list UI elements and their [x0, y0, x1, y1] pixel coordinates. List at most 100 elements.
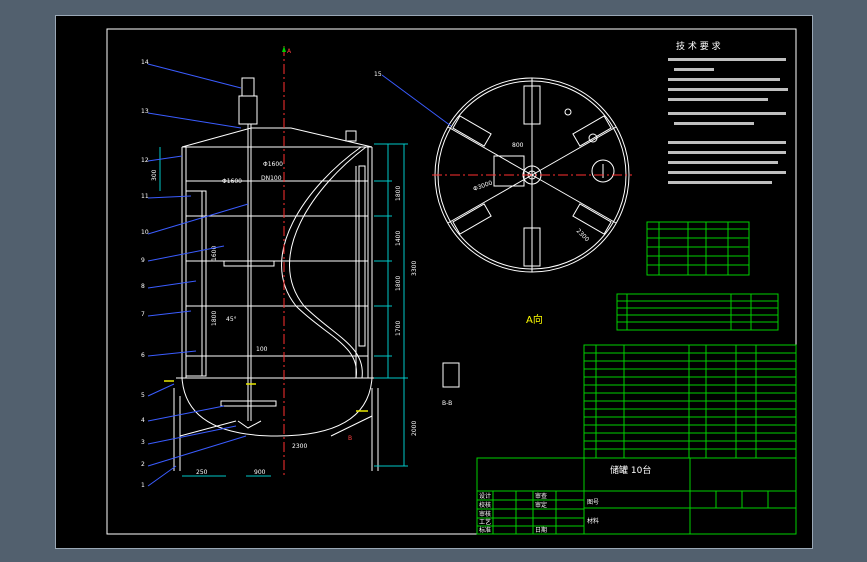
callout-11: 11 [141, 193, 149, 200]
section-label: B-B [442, 400, 452, 407]
tech-line-4 [668, 88, 788, 91]
nozzle-table-frame [646, 221, 750, 276]
tech-line-12 [668, 181, 772, 184]
row-label-5: 标准 [479, 526, 491, 534]
callout-5: 5 [141, 392, 145, 399]
tech-line-6 [668, 112, 786, 115]
part-callouts: 14 13 12 11 10 9 8 7 6 5 4 3 2 1 [141, 59, 249, 489]
view-arrow-a [282, 46, 286, 52]
standards-frame [616, 293, 779, 331]
plan-dim-diameter: Φ3000 [472, 179, 493, 192]
row-label-3: 审核 [479, 510, 491, 518]
callout-2: 2 [141, 461, 145, 468]
tech-line-3 [668, 78, 780, 81]
callout-8: 8 [141, 283, 145, 290]
dim-segment-4: 1700 [395, 321, 402, 336]
dim-leg-spacing: 900 [254, 469, 266, 476]
motor [241, 77, 255, 97]
leader-15 [381, 74, 452, 127]
spiral-coil-outer [289, 146, 367, 379]
leader-12 [147, 155, 183, 162]
row-label-1: 设计 [479, 492, 491, 500]
drawing-sheet: A 1800 1400 1800 1700 3300 2000 300 1600… [55, 15, 813, 549]
leader-10 [147, 203, 249, 235]
row-label-2: 校核 [479, 501, 491, 509]
callout-4: 4 [141, 417, 145, 424]
tech-line-2 [674, 68, 714, 71]
shaft-end [237, 420, 262, 429]
dim-pipe: DN100 [261, 175, 282, 182]
spiral-coil [281, 146, 362, 379]
spoke-nw [447, 126, 533, 176]
roof-nozzle [345, 130, 357, 142]
callout-10: 10 [141, 229, 149, 236]
dim-segment-1: 1800 [395, 186, 402, 201]
tech-line-9 [668, 151, 786, 154]
sign-label-2: 审定 [535, 501, 547, 509]
baffle-rail [358, 165, 366, 347]
callout-12: 12 [141, 157, 149, 164]
dim-segment-3: 1800 [395, 276, 402, 291]
callout-1: 1 [141, 482, 145, 489]
plan-dim-top: 800 [512, 142, 524, 149]
callout-3: 3 [141, 439, 145, 446]
tech-requirements: 技 术 要 求 [668, 40, 788, 184]
dim-small-1: 100 [256, 346, 268, 353]
plan-dim-side: 2300 [575, 227, 591, 243]
sign-label-1: 审查 [535, 492, 547, 500]
leader-3 [147, 425, 237, 445]
nozzle-table [646, 221, 750, 276]
tech-line-8 [668, 141, 786, 144]
scale-label: 图号 [587, 499, 599, 506]
leader-8 [147, 280, 197, 289]
tech-heading: 技 术 要 求 [676, 40, 721, 52]
callout-9: 9 [141, 257, 145, 264]
dim-segment-2: 1400 [395, 231, 402, 246]
leader-4 [147, 405, 225, 422]
dim-height-total: 3300 [411, 261, 418, 276]
callout-15: 15 [374, 71, 382, 78]
callout-14: 14 [141, 59, 149, 66]
dim-side-2: 1800 [211, 311, 218, 326]
cad-drawing: A 1800 1400 1800 1700 3300 2000 300 1600… [106, 28, 797, 535]
plan-small-nozzle [564, 108, 572, 116]
dim-left-top: 300 [151, 169, 158, 181]
title-block: 储罐 10台 图号 材料 设计 校核 审核 工艺 标准 审查 审定 日期 [476, 457, 797, 535]
leader-6 [147, 350, 197, 357]
leader-14 [147, 63, 242, 89]
direction-marker: A [287, 48, 292, 55]
section-box [442, 362, 460, 388]
plan-view: 800 Φ3000 2300 15 [374, 71, 632, 273]
view-label: A向 [526, 313, 543, 326]
section-marker: B [348, 435, 352, 442]
drawing-title: 储罐 10台 [610, 464, 651, 476]
dished-bottom [181, 377, 373, 437]
material-label: 材料 [587, 517, 599, 525]
dim-angle: 45° [226, 316, 237, 323]
leader-7 [147, 310, 192, 317]
callout-13: 13 [141, 108, 149, 115]
leader-5 [147, 383, 175, 397]
vertical-dimensions: 1800 1400 1800 1700 3300 2000 [374, 143, 418, 467]
plan-platform [493, 155, 525, 187]
parts-list [583, 344, 797, 459]
tech-line-1 [668, 58, 786, 61]
leader-1 [147, 465, 177, 487]
baffle-plate-nw [452, 115, 492, 147]
row-label-4: 工艺 [479, 518, 491, 526]
dim-small-3: 2300 [292, 443, 307, 450]
leader-11 [147, 195, 192, 199]
dim-leg-width: 250 [196, 469, 208, 476]
gearbox [238, 95, 258, 125]
dim-bottom: 2000 [411, 421, 418, 436]
leg-brace-left [179, 420, 237, 437]
impeller-upper [223, 260, 275, 267]
dim-tank-inner: Φ1600 [222, 178, 242, 185]
tech-line-11 [668, 171, 786, 174]
dim-tank-top: Φ1600 [263, 161, 283, 168]
tech-line-10 [668, 161, 778, 164]
callout-6: 6 [141, 352, 145, 359]
tech-line-5 [668, 98, 768, 101]
baffle-plate-sw [452, 203, 492, 235]
callout-7: 7 [141, 311, 145, 318]
